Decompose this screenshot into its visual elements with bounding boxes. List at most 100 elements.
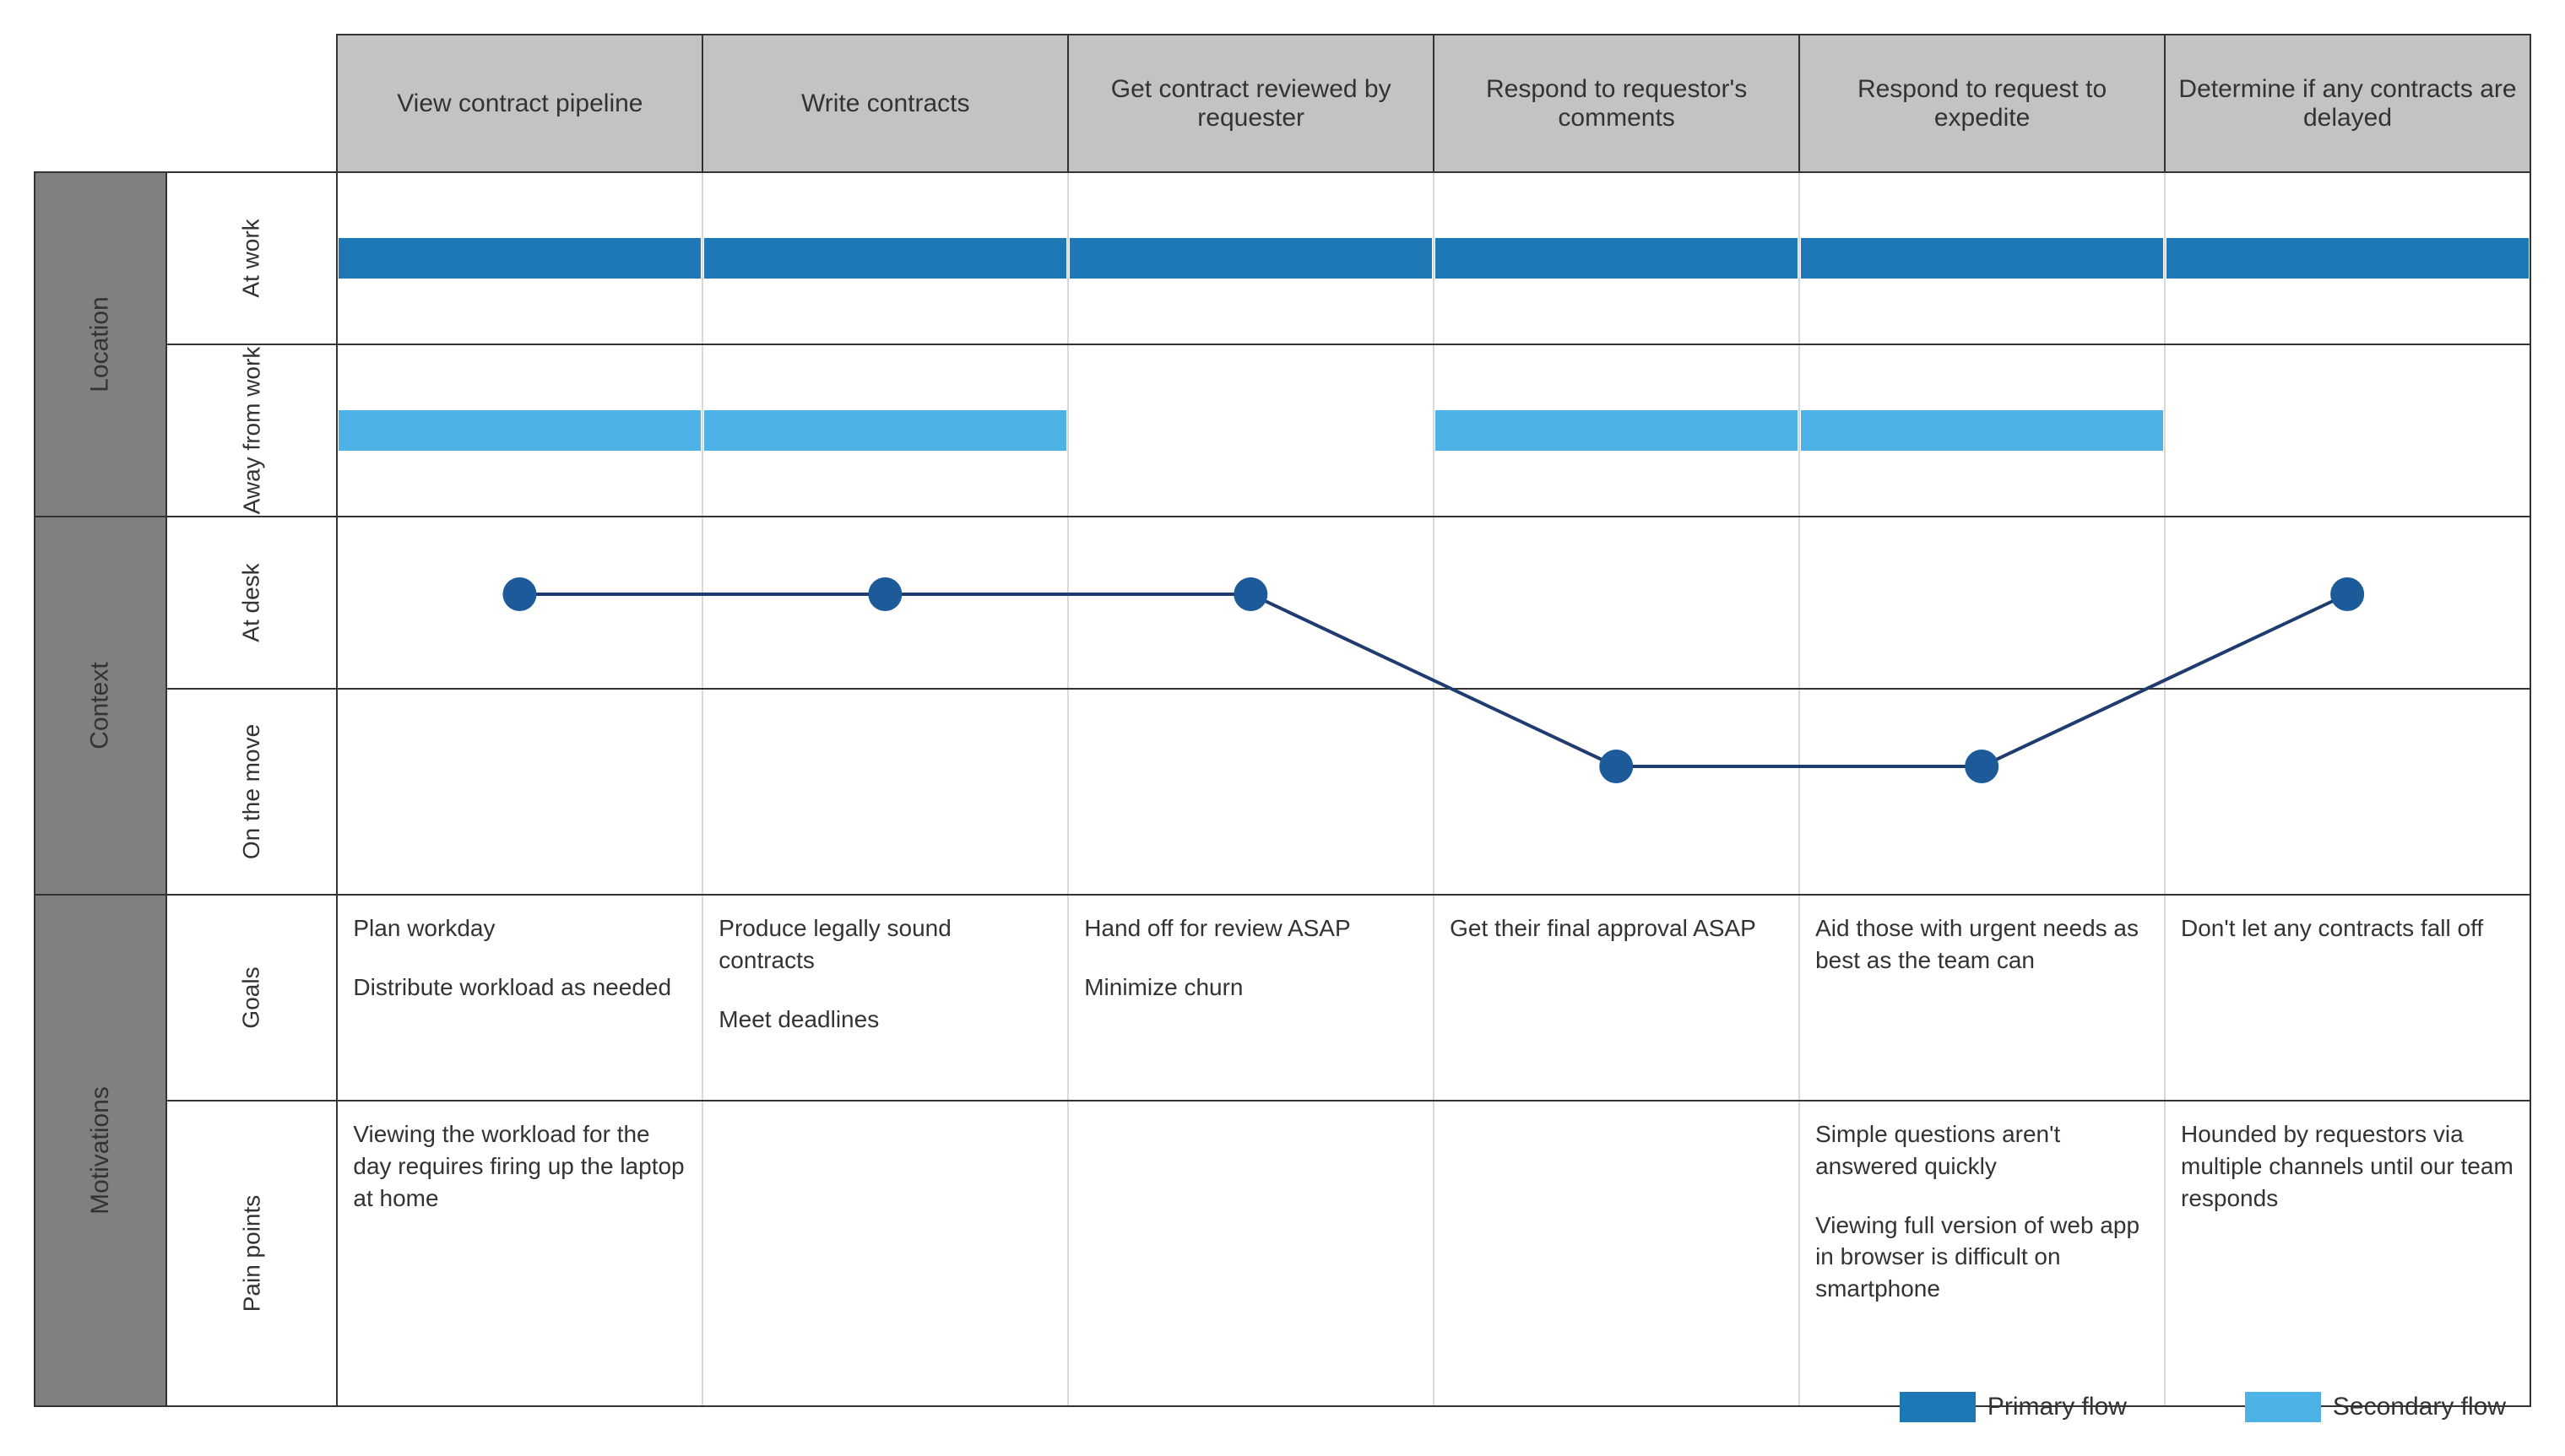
loc-cell: [1799, 344, 2165, 517]
row-on-move: On the move: [35, 689, 2530, 895]
row-at-work: Location At work: [35, 172, 2530, 344]
header-row: View contract pipeline Write contracts G…: [35, 35, 2530, 172]
legend-label: Secondary flow: [2333, 1393, 2506, 1421]
col-header: Get contract reviewed by requester: [1068, 35, 1434, 172]
pain-cell: Simple questions aren't answered quickly…: [1799, 1101, 2165, 1406]
flow-bar-primary: [2166, 238, 2529, 279]
section-label: Context: [86, 662, 115, 749]
col-header-label: Determine if any contracts are delayed: [2178, 75, 2516, 132]
pain-cell: [1068, 1101, 1434, 1406]
cell-text: Viewing full version of web app in brows…: [1815, 1210, 2149, 1305]
cell-text: Minimize churn: [1084, 972, 1418, 1004]
legend-secondary: Secondary flow: [2245, 1392, 2506, 1422]
cell-text: Meet deadlines: [719, 1004, 1052, 1036]
ctx-cell: [1068, 517, 1434, 689]
flow-bar-secondary: [1435, 410, 1798, 451]
rowhdr-away: Away from work: [166, 344, 338, 517]
loc-cell: [1068, 344, 1434, 517]
corner-spacer: [35, 35, 337, 172]
rowhdr-label: On the move: [238, 724, 265, 859]
col-header: Respond to request to expedite: [1799, 35, 2165, 172]
row-goals: Motivations Goals Plan workday Distribut…: [35, 895, 2530, 1101]
col-header: Write contracts: [702, 35, 1068, 172]
ctx-cell: [337, 517, 702, 689]
rowhdr-pain: Pain points: [166, 1101, 338, 1406]
loc-cell: [1434, 344, 1799, 517]
flow-bar-secondary: [704, 410, 1066, 451]
row-at-desk: Context At desk: [35, 517, 2530, 689]
legend-label: Primary flow: [1987, 1393, 2127, 1421]
flow-bar-primary: [1070, 238, 1432, 279]
rowhdr-at-desk: At desk: [166, 517, 338, 689]
cell-text: Hand off for review ASAP: [1084, 912, 1418, 945]
journey-map-grid: View contract pipeline Write contracts G…: [34, 34, 2531, 1407]
ctx-cell: [1434, 689, 1799, 895]
col-header: Respond to requestor's comments: [1434, 35, 1799, 172]
loc-cell: [337, 344, 702, 517]
cell-text: Simple questions aren't answered quickly: [1815, 1118, 2149, 1183]
cell-text: Don't let any contracts fall off: [2181, 912, 2514, 945]
rowhdr-on-move: On the move: [166, 689, 338, 895]
col-header-label: Respond to request to expedite: [1857, 75, 2107, 132]
legend-swatch-primary: [1900, 1392, 1976, 1422]
col-header: View contract pipeline: [337, 35, 702, 172]
ctx-cell: [702, 517, 1068, 689]
loc-cell: [337, 172, 702, 344]
loc-cell: [1434, 172, 1799, 344]
rowhdr-label: Away from work: [238, 347, 265, 515]
ctx-cell: [702, 689, 1068, 895]
loc-cell: [702, 172, 1068, 344]
ctx-cell: [337, 689, 702, 895]
cell-text: Produce legally sound contracts: [719, 912, 1052, 977]
section-label: Location: [86, 296, 115, 392]
goals-cell: Don't let any contracts fall off: [2165, 895, 2530, 1101]
loc-cell: [1068, 172, 1434, 344]
section-location: Location: [35, 172, 166, 517]
cell-text: Plan workday: [353, 912, 686, 945]
ctx-cell: [1434, 517, 1799, 689]
goals-cell: Produce legally sound contracts Meet dea…: [702, 895, 1068, 1101]
col-header-label: Write contracts: [801, 89, 970, 117]
loc-cell: [1799, 172, 2165, 344]
cell-text: Distribute workload as needed: [353, 972, 686, 1004]
pain-cell: [1434, 1101, 1799, 1406]
goals-cell: Hand off for review ASAP Minimize churn: [1068, 895, 1434, 1101]
legend-swatch-secondary: [2245, 1392, 2321, 1422]
ctx-cell: [1799, 689, 2165, 895]
pain-cell: Hounded by requestors via multiple chann…: [2165, 1101, 2530, 1406]
rowhdr-at-work: At work: [166, 172, 338, 344]
cell-text: Aid those with urgent needs as best as t…: [1815, 912, 2149, 977]
ctx-cell: [1068, 689, 1434, 895]
col-header: Determine if any contracts are delayed: [2165, 35, 2530, 172]
flow-bar-secondary: [339, 410, 701, 451]
col-header-label: Get contract reviewed by requester: [1111, 75, 1391, 132]
flow-bar-secondary: [1801, 410, 2163, 451]
goals-cell: Plan workday Distribute workload as need…: [337, 895, 702, 1101]
ctx-cell: [1799, 517, 2165, 689]
loc-cell: [702, 344, 1068, 517]
flow-bar-primary: [1435, 238, 1798, 279]
rowhdr-goals: Goals: [166, 895, 338, 1101]
goals-cell: Aid those with urgent needs as best as t…: [1799, 895, 2165, 1101]
col-header-label: Respond to requestor's comments: [1486, 75, 1747, 132]
row-pain-points: Pain points Viewing the workload for the…: [35, 1101, 2530, 1406]
rowhdr-label: At desk: [238, 563, 265, 641]
rowhdr-label: Pain points: [238, 1195, 265, 1313]
section-label: Motivations: [86, 1086, 115, 1215]
col-header-label: View contract pipeline: [397, 89, 643, 117]
pain-cell: Viewing the workload for the day require…: [337, 1101, 702, 1406]
section-context: Context: [35, 517, 166, 895]
row-away-from-work: Away from work: [35, 344, 2530, 517]
ctx-cell: [2165, 517, 2530, 689]
flow-bar-primary: [704, 238, 1066, 279]
ctx-cell: [2165, 689, 2530, 895]
pain-cell: [702, 1101, 1068, 1406]
flow-bar-primary: [339, 238, 701, 279]
loc-cell: [2165, 344, 2530, 517]
legend-primary: Primary flow: [1900, 1392, 2127, 1422]
rowhdr-label: Goals: [238, 966, 265, 1028]
cell-text: Hounded by requestors via multiple chann…: [2181, 1118, 2514, 1214]
flow-bar-primary: [1801, 238, 2163, 279]
cell-text: Get their final approval ASAP: [1450, 912, 1783, 945]
rowhdr-label: At work: [238, 219, 265, 297]
